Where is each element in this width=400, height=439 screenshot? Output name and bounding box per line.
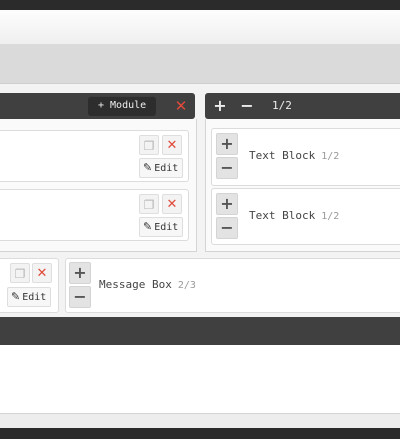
close-icon[interactable]: ✕: [32, 263, 52, 283]
edit-button[interactable]: ✎ Edit: [139, 158, 184, 178]
element-size: 1/2: [321, 151, 340, 162]
add-module-button[interactable]: + Module: [88, 96, 157, 116]
increase-width-button[interactable]: +: [69, 262, 91, 284]
row-body-bottom: [0, 345, 400, 414]
increase-width-button[interactable]: +: [216, 133, 238, 155]
copy-icon[interactable]: ❐: [139, 135, 159, 155]
element-card-text-block: + − Text Block 1/2: [211, 188, 400, 245]
decrease-width-button[interactable]: −: [216, 217, 238, 239]
toolbar: [0, 10, 400, 45]
edit-label: Edit: [154, 222, 179, 233]
edit-label: Edit: [154, 163, 179, 174]
decrease-width-button[interactable]: −: [237, 96, 257, 116]
element-card-text-block: + − Text Block 1/2: [211, 128, 400, 186]
edit-label: Edit: [22, 292, 47, 303]
element-size: 2/3: [177, 280, 196, 291]
element-title: Text Block 1/2: [249, 149, 339, 162]
element-title-text: Message Box: [99, 278, 172, 291]
element-title: Text Block 1/2: [249, 209, 339, 222]
window-top-bar: [0, 0, 400, 10]
pencil-icon: ✎: [143, 161, 153, 174]
element-title: Message Box 2/3: [99, 278, 196, 291]
close-icon[interactable]: ✕: [162, 194, 182, 214]
edit-button[interactable]: ✎ Edit: [139, 217, 184, 237]
decrease-width-button[interactable]: −: [69, 286, 91, 308]
column-header-right: + − 1/2: [205, 93, 400, 119]
close-icon[interactable]: ✕: [162, 135, 182, 155]
toolbar-secondary: [0, 45, 400, 84]
element-card: ❐ ✕ ✎ Edit: [0, 189, 189, 241]
row-header-bottom: [0, 317, 400, 345]
element-card: ❐ ✕ ✎ Edit: [0, 258, 59, 313]
column-size-label: 1/2: [272, 99, 292, 112]
window-bottom-bar: [0, 428, 400, 439]
increase-width-button[interactable]: +: [216, 193, 238, 215]
footer-strip: [0, 414, 400, 428]
pencil-icon: ✎: [143, 220, 153, 233]
element-card-message-box: + − Message Box 2/3: [65, 258, 400, 313]
element-size: 1/2: [321, 211, 340, 222]
copy-icon[interactable]: ❐: [10, 263, 30, 283]
pencil-icon: ✎: [11, 290, 21, 303]
edit-button[interactable]: ✎ Edit: [7, 287, 52, 307]
close-icon[interactable]: ✕: [172, 97, 190, 115]
element-title-text: Text Block: [249, 209, 316, 222]
increase-width-button[interactable]: +: [210, 96, 230, 116]
decrease-width-button[interactable]: −: [216, 157, 238, 179]
column-header-left: + Module ✕: [0, 93, 195, 119]
element-title-text: Text Block: [249, 149, 316, 162]
copy-icon[interactable]: ❐: [139, 194, 159, 214]
element-card: ❐ ✕ ✎ Edit: [0, 130, 189, 182]
